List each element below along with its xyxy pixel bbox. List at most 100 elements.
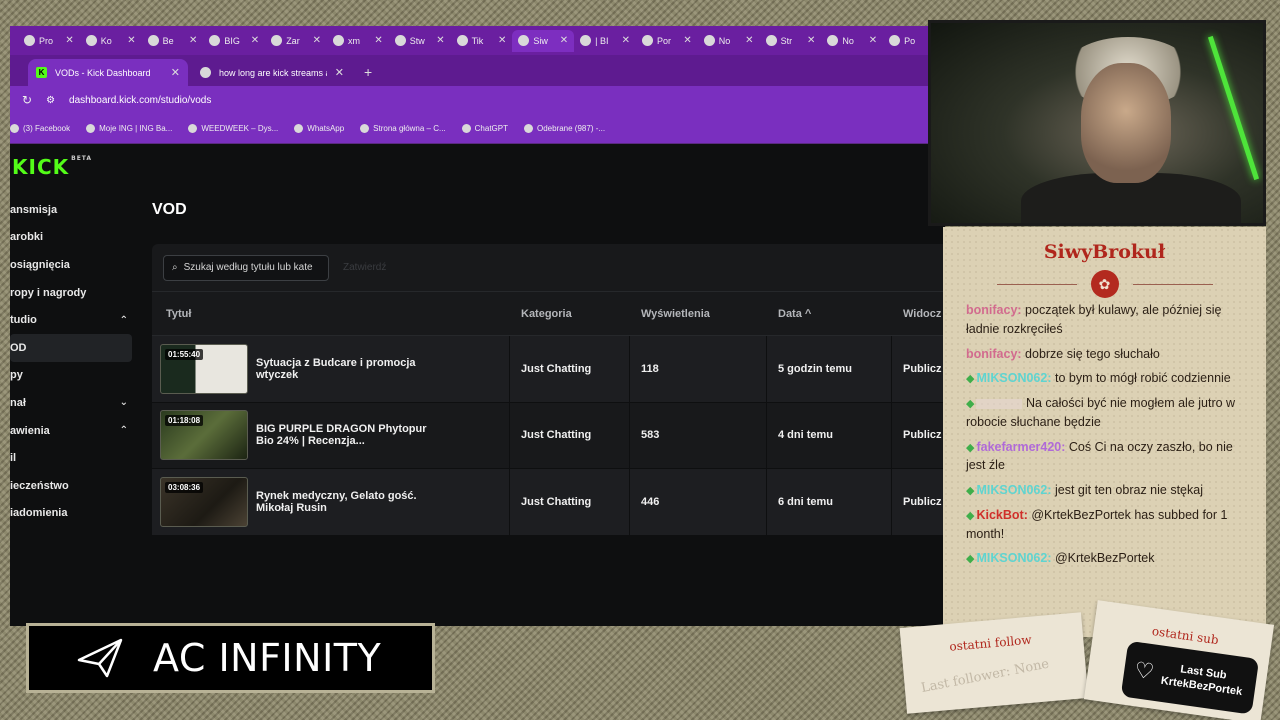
sidebar-item[interactable]: ansmisja [10, 196, 132, 224]
tab-favicon-icon [765, 35, 777, 46]
top-tab[interactable]: Siw ✕ [512, 29, 575, 52]
chevron-icon[interactable]: ⌄ [120, 397, 128, 408]
bookmark-label: WEEDWEEK – Dys... [201, 124, 279, 133]
close-icon[interactable]: ✕ [560, 35, 568, 46]
sidebar-item[interactable]: OD [10, 333, 132, 362]
top-tab[interactable]: Be ✕ [142, 30, 204, 52]
close-icon[interactable]: ✕ [498, 35, 506, 46]
kick-logo[interactable]: KICK BETA [12, 155, 92, 179]
bookmark-item[interactable]: WhatsApp [294, 124, 344, 133]
chat-username[interactable]: MIKSON062: [976, 371, 1051, 385]
sidebar: ansmisja arobki osiągnięcia ropy i nagrody t… [10, 196, 132, 527]
tab-label: VODs - Kick Dashboard [55, 67, 151, 78]
sidebar-item[interactable]: osiągnięcia [10, 251, 132, 279]
bookmark-label: (3) Facebook [23, 124, 71, 133]
tab-favicon-icon [703, 35, 715, 46]
top-tab[interactable]: | BI ✕ [574, 30, 636, 52]
vod-thumbnail[interactable]: 01:18:08 [160, 410, 248, 461]
close-icon[interactable]: ✕ [127, 35, 135, 46]
close-icon[interactable]: ✕ [65, 35, 73, 46]
url-field[interactable]: dashboard.kick.com/studio/vods [69, 95, 211, 106]
chat-text: to bym to mógł robić codziennie [1051, 371, 1231, 386]
sidebar-item[interactable]: nał ⌄ [10, 389, 132, 417]
confirm-button[interactable]: Zatwierdź [343, 262, 386, 273]
new-tab-button[interactable]: + [356, 64, 380, 86]
chevron-icon[interactable]: ⌃ [120, 425, 128, 436]
top-tab[interactable]: Str ✕ [760, 30, 822, 52]
vod-thumbnail[interactable]: 03:08:36 [160, 476, 248, 527]
table-row[interactable]: 01:55:40 Sytuacja z Budcare i promocja wt… [152, 336, 945, 403]
close-icon[interactable]: ✕ [251, 35, 259, 46]
vod-title[interactable]: Rynek medyczny, Gelato gość. Mikołaj Rus… [256, 490, 431, 514]
search-input[interactable]: ⌕ Szukaj według tytułu lub kate [163, 254, 329, 281]
close-icon[interactable]: ✕ [189, 35, 197, 46]
sidebar-item[interactable]: il [10, 444, 132, 472]
close-icon[interactable]: ✕ [436, 35, 444, 46]
close-icon[interactable]: ✕ [622, 35, 630, 46]
sidebar-item[interactable]: py [10, 362, 132, 390]
column-title[interactable]: Tytuł [152, 308, 510, 320]
top-tab-label: Siw [533, 35, 548, 46]
top-tab[interactable]: Por ✕ [636, 30, 698, 52]
top-tab[interactable]: Stw ✕ [389, 30, 451, 52]
bookmark-item[interactable]: (3) Facebook [10, 124, 70, 133]
sidebar-item[interactable]: iadomienia [10, 500, 132, 528]
column-views[interactable]: Wyświetlenia [630, 308, 767, 320]
top-tab[interactable]: Tik ✕ [451, 30, 513, 52]
top-tab-label: No [718, 35, 731, 46]
close-icon[interactable]: ✕ [807, 35, 815, 46]
cell-visibility: Publicz [892, 403, 945, 469]
close-icon[interactable]: ✕ [335, 66, 344, 79]
sidebar-item[interactable]: ieczeństwo [10, 472, 132, 500]
vod-title[interactable]: Sytuacja z Budcare i promocja wtyczek [256, 357, 431, 381]
kick-dashboard: KICK BETA ansmisja arobki osiągnięcia ropy i… [10, 144, 945, 626]
close-icon[interactable]: ✕ [745, 35, 753, 46]
close-icon[interactable]: ✕ [313, 35, 321, 46]
table-body: 01:55:40 Sytuacja z Budcare i promocja wt… [152, 336, 945, 536]
chat-ornament: ✿ [943, 269, 1266, 299]
vod-thumbnail[interactable]: 01:55:40 [160, 343, 248, 394]
chat-username[interactable]: bonifacy: [966, 303, 1022, 317]
close-icon[interactable]: ✕ [683, 35, 691, 46]
sidebar-item-label: osiągnięcia [10, 258, 70, 271]
tab-favicon-icon [394, 35, 406, 46]
bookmark-item[interactable]: WEEDWEEK – Dys... [188, 124, 278, 133]
chat-username[interactable]: bonifacy: [966, 347, 1022, 361]
sidebar-item[interactable]: awienia ⌃ [10, 417, 132, 445]
chat-username[interactable]: KickBot: [976, 508, 1027, 522]
sidebar-item[interactable]: arobki [10, 224, 132, 252]
site-settings-icon[interactable]: ⚙ [46, 95, 55, 106]
bookmark-item[interactable]: Strona główna – C... [360, 124, 446, 133]
top-tab[interactable]: xm ✕ [327, 30, 389, 52]
column-category[interactable]: Kategoria [510, 308, 630, 320]
sidebar-item[interactable]: ropy i nagrody [10, 279, 132, 307]
chat-username[interactable]: MIKSON062: [976, 551, 1051, 565]
tab-favicon-icon [147, 35, 159, 46]
chat-username[interactable]: MIKSON062: [976, 483, 1051, 497]
top-tab[interactable]: Pro ✕ [18, 30, 80, 52]
table-row[interactable]: 01:18:08 BIG PURPLE DRAGON Phytopur Bio 2… [152, 402, 945, 469]
tab-vods[interactable]: K VODs - Kick Dashboard ✕ [28, 59, 188, 86]
bookmark-item[interactable]: Odebrane (987) -... [524, 124, 605, 133]
close-icon[interactable]: ✕ [869, 35, 877, 46]
top-tab[interactable]: Zar ✕ [265, 30, 327, 52]
column-visibility[interactable]: Widocz [892, 308, 945, 320]
vod-title[interactable]: BIG PURPLE DRAGON Phytopur Bio 24% | Rec… [256, 423, 431, 447]
chat-username[interactable]: fakefarmer420: [976, 440, 1065, 454]
column-date[interactable]: Data ^ [767, 308, 892, 320]
reload-icon[interactable]: ↻ [22, 93, 32, 107]
tab-search[interactable]: how long are kick streams av ✕ [192, 59, 352, 86]
top-tab[interactable]: No ✕ [698, 30, 760, 52]
close-icon[interactable]: ✕ [171, 66, 180, 79]
sidebar-item[interactable]: tudio ⌃ [10, 306, 132, 334]
chat-username[interactable] [976, 398, 1023, 409]
table-row[interactable]: 03:08:36 Rynek medyczny, Gelato gość. Mik… [152, 469, 945, 536]
bookmark-item[interactable]: ChatGPT [461, 124, 508, 133]
close-icon[interactable]: ✕ [374, 35, 382, 46]
top-tab[interactable]: BIG ✕ [203, 30, 265, 52]
top-tab[interactable]: No ✕ [821, 30, 883, 52]
bookmark-item[interactable]: Moje ING | ING Ba... [86, 124, 172, 133]
top-tab[interactable]: Ko ✕ [80, 30, 142, 52]
tab-favicon-icon [518, 35, 530, 46]
chevron-icon[interactable]: ⌃ [120, 315, 128, 326]
